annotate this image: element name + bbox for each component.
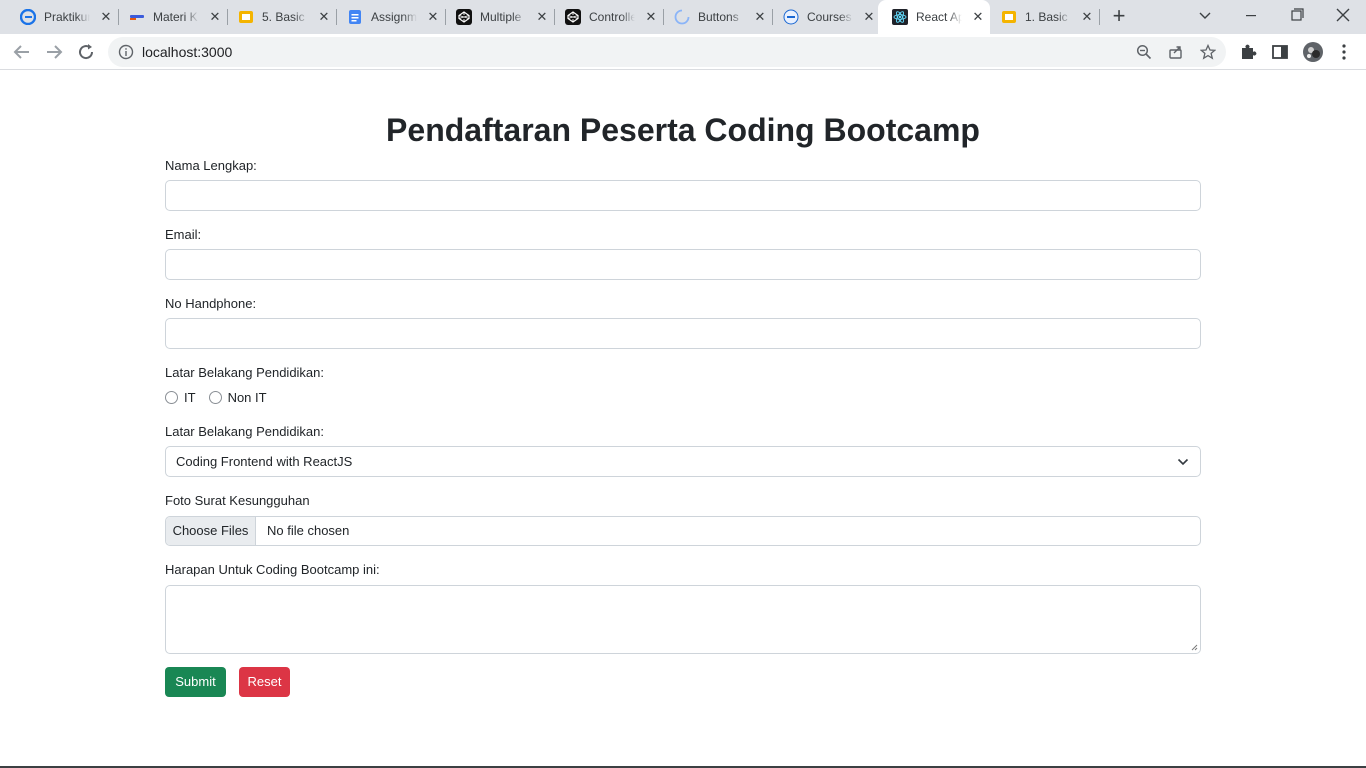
name-input[interactable] bbox=[165, 180, 1201, 211]
tab-title: Praktikum bbox=[44, 10, 90, 24]
close-icon[interactable]: ✕ bbox=[425, 9, 441, 25]
tab-title: Multiple bbox=[480, 10, 522, 24]
tab-materi[interactable]: Materi K ✕ bbox=[115, 0, 228, 34]
email-label: Email: bbox=[165, 227, 202, 242]
resize-grip-icon[interactable] bbox=[1190, 643, 1198, 651]
page-content: Pendaftaran Peserta Coding Bootcamp Nama… bbox=[0, 70, 1366, 768]
forward-arrow-icon[interactable] bbox=[42, 40, 66, 64]
tab-multiple[interactable]: Multiple ✕ bbox=[442, 0, 555, 34]
radio-it[interactable] bbox=[165, 390, 178, 404]
tab-controlled[interactable]: Controlle ✕ bbox=[551, 0, 664, 34]
tab-title: Buttons bbox=[698, 10, 739, 24]
page-title: Pendaftaran Peserta Coding Bootcamp bbox=[386, 112, 980, 148]
close-icon[interactable]: ✕ bbox=[970, 9, 986, 25]
new-tab-button[interactable]: + bbox=[1107, 5, 1131, 28]
name-label: Nama Lengkap: bbox=[165, 158, 257, 173]
back-arrow-icon[interactable] bbox=[10, 40, 34, 64]
tab-title: 5. Basic bbox=[262, 10, 305, 24]
loading-spinner-icon bbox=[674, 9, 690, 25]
tab-courses[interactable]: Courses ✕ bbox=[769, 0, 882, 34]
file-input[interactable]: Choose Files No file chosen bbox=[165, 516, 1201, 546]
profile-avatar-icon[interactable] bbox=[1302, 41, 1324, 63]
url-text[interactable]: localhost:3000 bbox=[142, 44, 232, 60]
tab-assignment[interactable]: Assignm ✕ bbox=[333, 0, 446, 34]
radio-it-label[interactable]: IT bbox=[184, 390, 196, 405]
docs-icon bbox=[349, 10, 361, 24]
education-label: Latar Belakang Pendidikan: bbox=[165, 365, 325, 380]
close-icon[interactable]: ✕ bbox=[534, 9, 550, 25]
codepen-icon bbox=[456, 9, 472, 25]
browser-toolbar: localhost:3000 bbox=[0, 34, 1366, 70]
close-icon[interactable]: ✕ bbox=[861, 9, 877, 25]
close-icon[interactable]: ✕ bbox=[1079, 9, 1095, 25]
tab-title: 1. Basic bbox=[1025, 10, 1068, 24]
hope-label: Harapan Untuk Coding Bootcamp ini: bbox=[165, 562, 380, 577]
tab-buttons[interactable]: Buttons ✕ bbox=[660, 0, 773, 34]
hope-textarea[interactable] bbox=[165, 585, 1201, 654]
info-icon[interactable] bbox=[118, 44, 134, 60]
slides-icon bbox=[239, 11, 253, 23]
tab-separator bbox=[1099, 9, 1100, 25]
restore-icon[interactable] bbox=[1274, 0, 1320, 34]
minimize-icon[interactable] bbox=[1228, 0, 1274, 34]
course-icon bbox=[783, 9, 799, 25]
phone-label: No Handphone: bbox=[165, 296, 257, 311]
close-icon[interactable]: ✕ bbox=[207, 9, 223, 25]
tab-strip: Praktikum ✕ Materi K ✕ 5. Basic ✕ Assign… bbox=[0, 0, 1366, 34]
email-input[interactable] bbox=[165, 249, 1201, 280]
extensions-puzzle-icon[interactable] bbox=[1238, 42, 1258, 62]
tab-title: React Ap bbox=[916, 10, 962, 24]
close-window-icon[interactable] bbox=[1320, 0, 1366, 34]
radio-non-it-label[interactable]: Non IT bbox=[228, 390, 267, 405]
side-panel-icon[interactable] bbox=[1270, 42, 1290, 62]
kebab-menu-icon[interactable] bbox=[1334, 42, 1354, 62]
radio-non-it[interactable] bbox=[208, 390, 222, 404]
submit-button[interactable]: Submit bbox=[165, 667, 226, 697]
zoom-icon[interactable] bbox=[1136, 44, 1152, 60]
file-label: Foto Surat Kesungguhan bbox=[165, 493, 310, 508]
close-icon[interactable]: ✕ bbox=[316, 9, 332, 25]
address-bar[interactable]: localhost:3000 bbox=[108, 37, 1226, 67]
tab-5-basic[interactable]: 5. Basic ✕ bbox=[224, 0, 337, 34]
tab-title: Courses bbox=[807, 10, 852, 24]
tab-react-app[interactable]: React Ap ✕ bbox=[878, 0, 990, 34]
slides-icon bbox=[1002, 11, 1016, 23]
file-status: No file chosen bbox=[267, 523, 350, 538]
class-select[interactable]: Coding Frontend with ReactJS bbox=[165, 446, 1201, 477]
chevron-down-icon bbox=[1177, 458, 1189, 466]
phone-input[interactable] bbox=[165, 318, 1201, 349]
bookmark-star-icon[interactable] bbox=[1200, 44, 1216, 60]
share-icon[interactable] bbox=[1168, 44, 1184, 60]
pen-icon bbox=[130, 15, 144, 20]
reload-icon[interactable] bbox=[74, 40, 98, 64]
tab-title: Controlle bbox=[589, 10, 635, 24]
reset-button[interactable]: Reset bbox=[239, 667, 290, 697]
tab-1-basic[interactable]: 1. Basic ✕ bbox=[987, 0, 1100, 34]
tab-search-icon[interactable] bbox=[1182, 0, 1228, 34]
tab-praktikum[interactable]: Praktikum ✕ bbox=[6, 0, 119, 34]
class-select-value: Coding Frontend with ReactJS bbox=[176, 454, 353, 469]
close-icon[interactable]: ✕ bbox=[643, 9, 659, 25]
edge-e-icon bbox=[20, 9, 36, 25]
tab-title: Materi K bbox=[153, 10, 198, 24]
close-icon[interactable]: ✕ bbox=[98, 9, 114, 25]
codepen-icon bbox=[565, 9, 581, 25]
tab-title: Assignm bbox=[371, 10, 417, 24]
class-label: Latar Belakang Pendidikan: bbox=[165, 424, 325, 439]
close-icon[interactable]: ✕ bbox=[752, 9, 768, 25]
react-icon bbox=[892, 9, 908, 25]
education-radio-group: IT Non IT bbox=[165, 389, 280, 405]
choose-files-button[interactable]: Choose Files bbox=[166, 517, 256, 545]
